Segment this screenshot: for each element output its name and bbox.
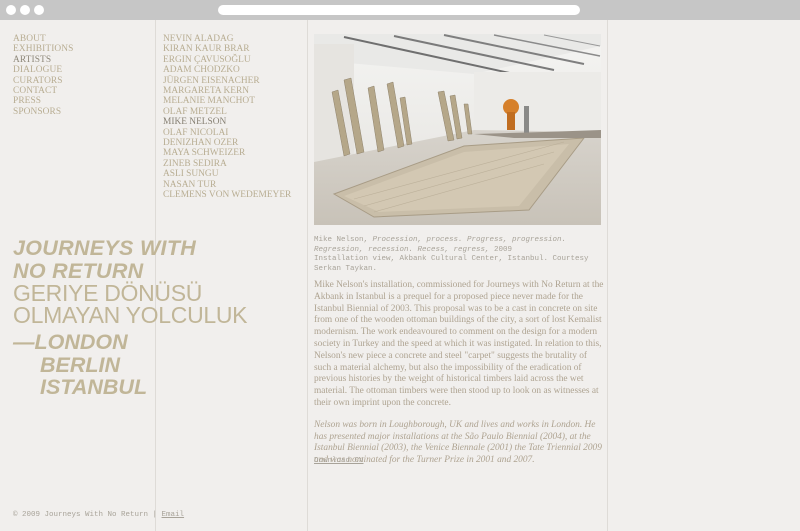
- nav-item-curators[interactable]: CURATORS: [13, 76, 73, 86]
- nav-item-press[interactable]: PRESS: [13, 96, 73, 106]
- artist-link[interactable]: CLEMENS VON WEDEMEYER: [163, 190, 291, 200]
- title-english-line2: NO RETURN: [13, 258, 144, 283]
- artist-link[interactable]: MAYA SCHWEIZER: [163, 148, 291, 158]
- caption-details: Installation view, Akbank Cultural Cente…: [314, 255, 589, 273]
- artist-link[interactable]: ADAM CHODZKO: [163, 65, 291, 75]
- artist-link[interactable]: OLAF NICOLAI: [163, 128, 291, 138]
- title-turkish-line1: GERIYE DÖNÜSÜ: [13, 280, 203, 306]
- artist-description: Mike Nelson's installation, commissioned…: [314, 280, 606, 477]
- artist-link[interactable]: NASAN TUR: [163, 180, 291, 190]
- nav-item-exhibitions[interactable]: EXHIBITIONS: [13, 44, 73, 54]
- caption-artist: Mike Nelson,: [314, 236, 369, 244]
- footer: © 2009 Journeys With No Return | Email: [13, 511, 184, 519]
- gallery-installation-image: [314, 34, 601, 225]
- artist-link-selected[interactable]: MIKE NELSON: [163, 117, 291, 127]
- browser-chrome: [0, 0, 800, 20]
- nav-item-about[interactable]: ABOUT: [13, 34, 73, 44]
- download-cv-link[interactable]: Download CV: [314, 457, 364, 465]
- nav-item-contact[interactable]: CONTACT: [13, 86, 73, 96]
- nav-item-dialogue[interactable]: DIALOGUE: [13, 65, 73, 75]
- artist-link[interactable]: MELANIE MANCHOT: [163, 96, 291, 106]
- address-bar[interactable]: [218, 5, 580, 15]
- artist-link[interactable]: NEVIN ALADAG: [163, 34, 291, 44]
- nav-item-sponsors[interactable]: SPONSORS: [13, 107, 73, 117]
- footer-copyright: © 2009 Journeys With No Return |: [13, 511, 158, 519]
- window-minimize-icon[interactable]: [20, 5, 30, 15]
- window-maximize-icon[interactable]: [34, 5, 44, 15]
- main-nav: ABOUT EXHIBITIONS ARTISTS DIALOGUE CURAT…: [13, 34, 73, 117]
- artist-link[interactable]: OLAF METZEL: [163, 107, 291, 117]
- window-close-icon[interactable]: [6, 5, 16, 15]
- city-list: —LONDON BERLIN ISTANBUL: [13, 331, 247, 399]
- city-istanbul: ISTANBUL: [40, 375, 148, 399]
- title-turkish-line2: OLMAYAN YOLCULUK: [13, 302, 248, 328]
- artist-link[interactable]: ASLI SUNGU: [163, 169, 291, 179]
- artist-link[interactable]: ZINEB SEDIRA: [163, 159, 291, 169]
- column-divider: [607, 20, 608, 531]
- column-divider: [307, 20, 308, 531]
- description-paragraph: Mike Nelson's installation, commissioned…: [314, 280, 604, 408]
- city-berlin: BERLIN: [40, 352, 121, 377]
- artist-link[interactable]: JÜRGEN EISENACHER: [163, 76, 291, 86]
- footer-email-link[interactable]: Email: [162, 511, 185, 519]
- city-london: —LONDON: [13, 330, 128, 354]
- title-english-line1: JOURNEYS WITH: [13, 236, 197, 260]
- artist-link[interactable]: KIRAN KAUR BRAR: [163, 44, 291, 54]
- image-caption: Mike Nelson, Procession, process. Progre…: [314, 236, 614, 274]
- artist-link[interactable]: DENIZHAN OZER: [163, 138, 291, 148]
- artist-link[interactable]: MARGARETA KERN: [163, 86, 291, 96]
- artist-link[interactable]: ERGIN ÇAVUSOĞLU: [163, 55, 291, 65]
- caption-year: 2009: [494, 245, 513, 254]
- exhibition-title: JOURNEYS WITH NO RETURN GERIYE DÖNÜSÜ OL…: [13, 236, 248, 399]
- browser-window: ABOUT EXHIBITIONS ARTISTS DIALOGUE CURAT…: [0, 0, 800, 531]
- installation-photo: [314, 34, 601, 225]
- nav-item-artists[interactable]: ARTISTS: [13, 55, 73, 65]
- artist-list: NEVIN ALADAG KIRAN KAUR BRAR ERGIN ÇAVUS…: [163, 34, 291, 201]
